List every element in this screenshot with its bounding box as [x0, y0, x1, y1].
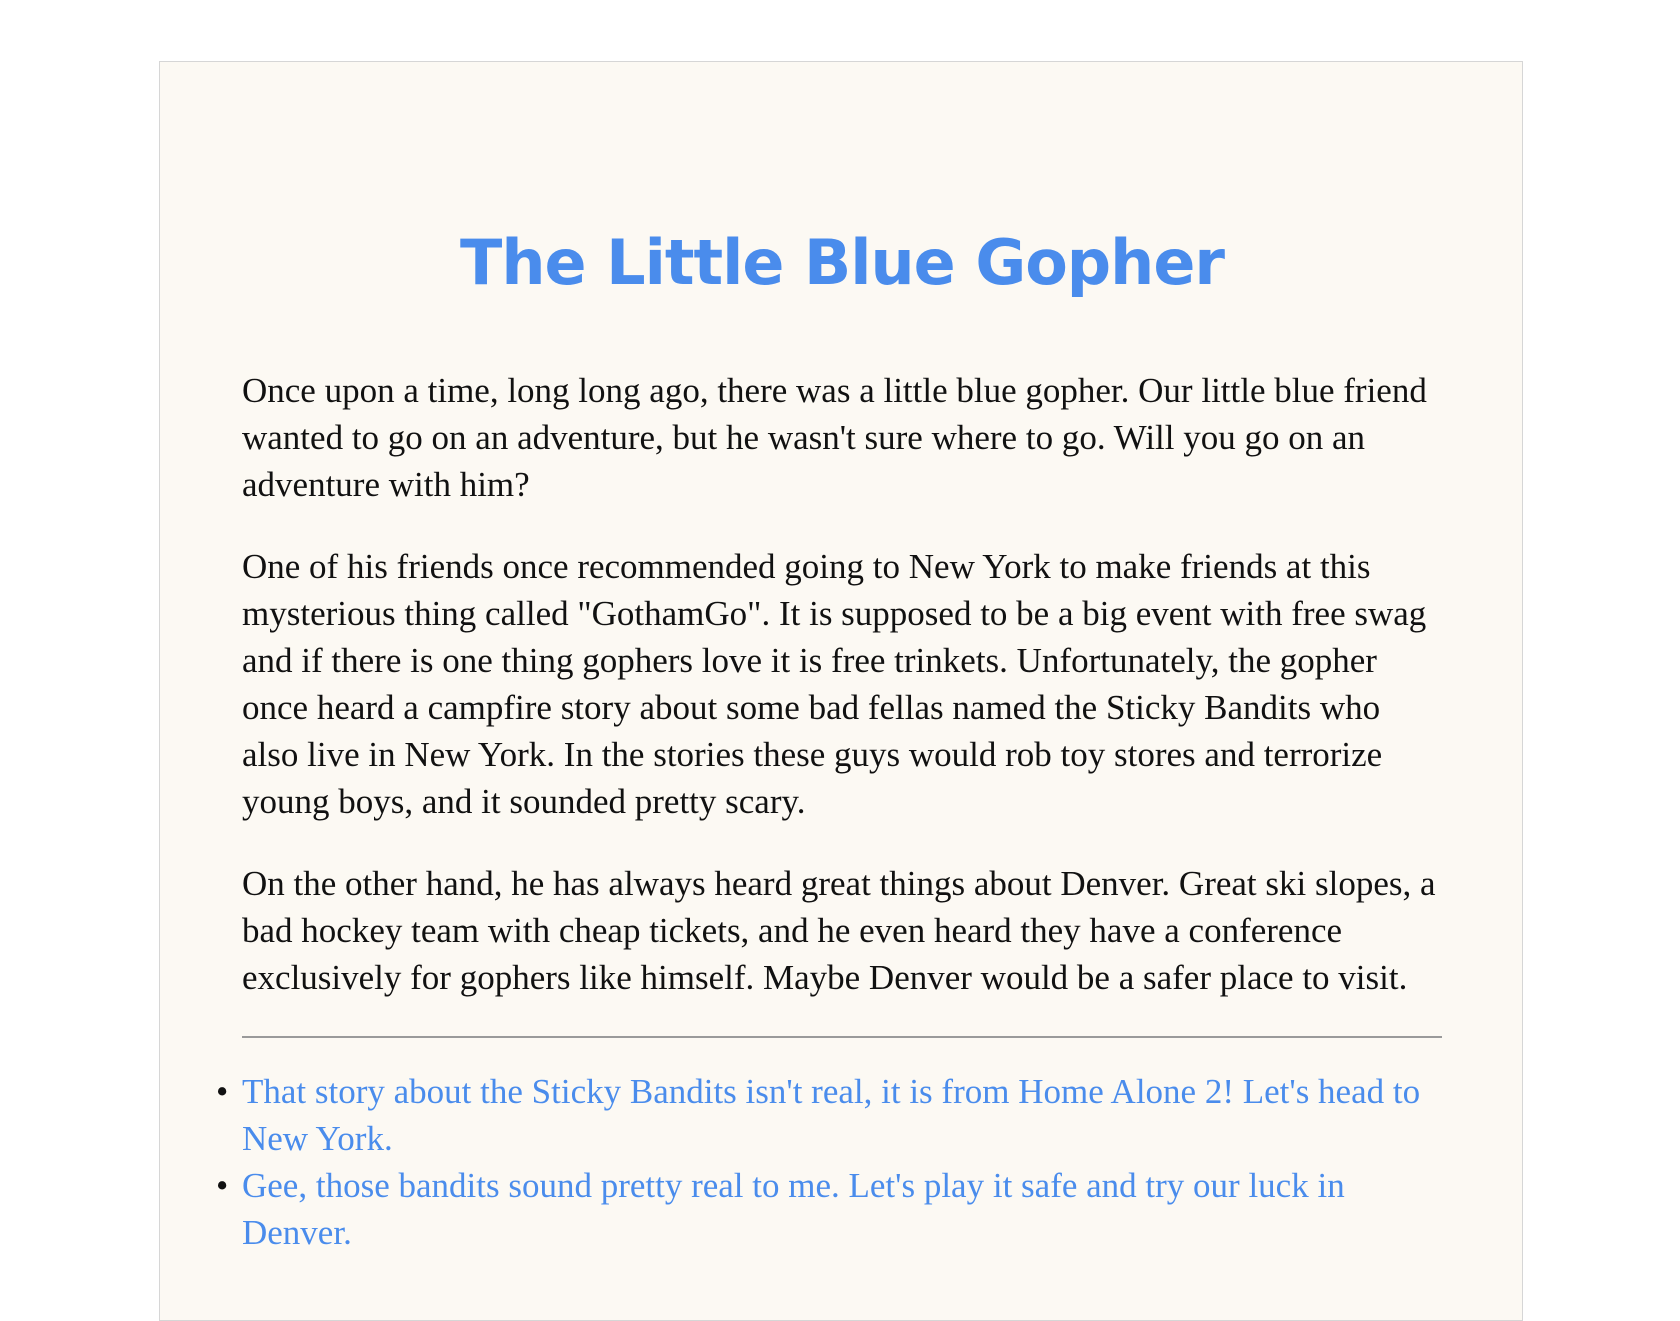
bullet-icon: •: [216, 1166, 229, 1205]
choice-item: • That story about the Sticky Bandits is…: [216, 1068, 1442, 1162]
choice-link-new-york[interactable]: That story about the Sticky Bandits isn'…: [242, 1072, 1420, 1158]
story-title: The Little Blue Gopher: [460, 226, 1225, 299]
divider: [242, 1036, 1442, 1038]
story-paragraph: One of his friends once recommended goin…: [242, 547, 1427, 821]
story-paragraph: Once upon a time, long long ago, there w…: [242, 371, 1427, 504]
story-body: Once upon a time, long long ago, there w…: [216, 367, 1442, 1256]
choice-link-denver[interactable]: Gee, those bandits sound pretty real to …: [242, 1166, 1345, 1252]
bullet-icon: •: [216, 1072, 229, 1111]
story-page: The Little Blue Gopher Once upon a time,…: [159, 61, 1523, 1321]
story-paragraph: On the other hand, he has always heard g…: [242, 864, 1436, 997]
choice-item: • Gee, those bandits sound pretty real t…: [216, 1162, 1442, 1256]
choice-list: • That story about the Sticky Bandits is…: [216, 1068, 1442, 1256]
